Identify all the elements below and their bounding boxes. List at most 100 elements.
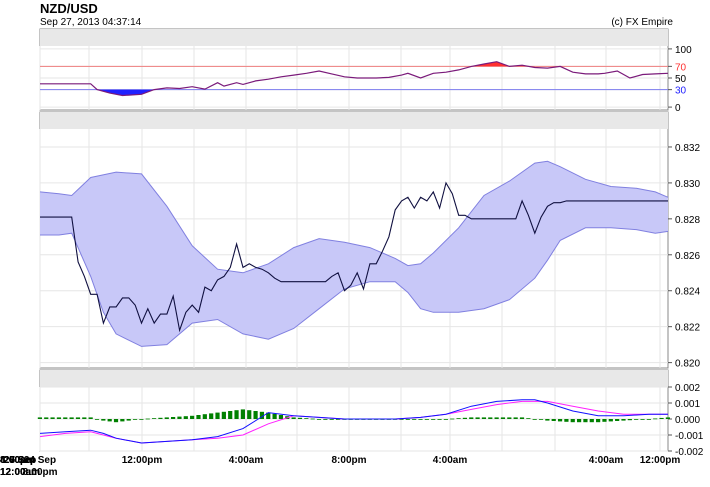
divergence-bar bbox=[659, 417, 664, 419]
divergence-bar bbox=[576, 419, 582, 423]
closing-price-line bbox=[40, 181, 668, 333]
macd-tick-label-1: 0.001 bbox=[675, 399, 700, 410]
divergence-bar bbox=[532, 419, 537, 420]
divergence-bar bbox=[526, 418, 531, 419]
x-tick-label: 4:00am bbox=[433, 455, 467, 467]
divergence-bar bbox=[44, 417, 49, 419]
price-tick-label-6: 0.820 bbox=[675, 359, 700, 370]
divergence-bar bbox=[354, 419, 360, 420]
macd-line bbox=[39, 399, 668, 444]
divergence-bar bbox=[481, 417, 487, 419]
divergence-bar bbox=[310, 418, 315, 420]
x-tick-label-line2: 8:00pm bbox=[22, 467, 58, 478]
x-tick-label-line1: 8:00pm bbox=[331, 455, 367, 466]
exp-line bbox=[39, 400, 668, 444]
divergence-bar bbox=[507, 417, 512, 419]
divergence-bar bbox=[564, 419, 569, 422]
divergence-bar bbox=[209, 413, 214, 419]
divergence-bar bbox=[316, 419, 322, 420]
price-tick-label-1: 0.830 bbox=[675, 179, 700, 190]
exp-swatch bbox=[148, 374, 159, 385]
divergence-bar bbox=[602, 419, 607, 422]
macd-tick-label-2: 0.000 bbox=[675, 415, 700, 426]
divergence-bar bbox=[367, 419, 372, 420]
rsi-line bbox=[40, 61, 669, 97]
divergence-bar bbox=[386, 419, 391, 420]
rsi-tick-label-0: 100 bbox=[675, 45, 692, 56]
divergence-bar bbox=[221, 411, 226, 419]
divergence-bar bbox=[450, 418, 455, 420]
macd-swatch bbox=[41, 374, 51, 385]
divergence-bar bbox=[120, 419, 125, 422]
divergence-bar bbox=[69, 417, 74, 419]
rsi-tick-label-4: 0 bbox=[675, 103, 681, 114]
rsi-tick-label-1: 70 bbox=[675, 62, 687, 73]
divergence-bar bbox=[615, 419, 620, 421]
divergence-bar bbox=[608, 419, 613, 422]
divergence-bar bbox=[82, 417, 87, 419]
divergence-bar bbox=[56, 417, 62, 419]
rsi-frame bbox=[39, 28, 669, 111]
divergence-bar bbox=[297, 417, 303, 419]
chart-title: NZD/USD bbox=[40, 1, 98, 16]
divergence-bar bbox=[107, 419, 112, 422]
divergence-bar bbox=[101, 419, 106, 421]
divergence-bar bbox=[557, 419, 563, 422]
price-frame bbox=[39, 111, 669, 369]
x-tick-label: 24 Sep 8:00pm bbox=[22, 455, 57, 479]
divergence-bar bbox=[640, 419, 645, 420]
macd-tick-label-3: -0.001 bbox=[675, 431, 704, 442]
divergence-bar bbox=[646, 419, 651, 420]
divergence-bar bbox=[596, 419, 601, 423]
divergence-bar bbox=[335, 419, 341, 420]
divergence-bar bbox=[63, 417, 68, 419]
divergence-bar bbox=[171, 417, 176, 419]
divergence-bar bbox=[570, 419, 575, 423]
divergence-bar bbox=[469, 417, 474, 419]
divergence-bar bbox=[519, 417, 525, 419]
divergence-bar bbox=[253, 411, 258, 419]
divergence-bar bbox=[75, 417, 81, 419]
x-tick-label-line1: 4:00am bbox=[228, 455, 264, 466]
divergence-bar bbox=[113, 419, 119, 423]
x-tick-label-line1: 12:00pm bbox=[121, 455, 163, 466]
divergence-bar bbox=[443, 419, 448, 420]
price-tick-label-2: 0.828 bbox=[675, 215, 700, 226]
divergence-bar bbox=[412, 419, 417, 420]
divergence-bar bbox=[348, 419, 353, 420]
rsi-tick-label-3: 30 bbox=[675, 86, 687, 97]
divergence-bar bbox=[437, 419, 442, 420]
closing-price-swatch bbox=[41, 116, 51, 127]
x-tick-label: 12:00pm bbox=[122, 455, 163, 467]
price-tick-label-4: 0.824 bbox=[675, 287, 700, 298]
x-tick-label: 4:00am bbox=[229, 455, 263, 467]
divergence-bar bbox=[475, 417, 480, 419]
closing-price-legend-label: Closing Price: 0.829 bbox=[53, 116, 143, 127]
price-legend: Closing Price: 0.829 Bollinger (20, 2): … bbox=[41, 114, 322, 129]
chart-canvas: 100 705030 0 0.832 0.830 0.828 0.826 0.824 0.822… bbox=[37, 28, 704, 458]
divergence-bar bbox=[285, 416, 290, 419]
x-tick-label-line1: 12:00pm bbox=[639, 455, 681, 466]
credit-label: (c) FX Empire bbox=[611, 17, 673, 28]
divergence-bar bbox=[500, 417, 506, 419]
macd-legend-label: MACD (26, 12): 0 bbox=[53, 374, 131, 385]
divergence-bar bbox=[183, 416, 188, 419]
divergence-bar bbox=[151, 418, 157, 419]
divergence-bar bbox=[190, 415, 195, 419]
divergence-bar bbox=[653, 418, 658, 420]
divergence-bar bbox=[266, 412, 271, 419]
divergence-bar bbox=[621, 419, 626, 421]
rsi-swatch bbox=[41, 33, 51, 44]
divergence-bar bbox=[132, 419, 138, 420]
divergence-bar bbox=[94, 419, 100, 420]
divergence-bar bbox=[393, 419, 398, 420]
divergence-bar bbox=[50, 417, 55, 419]
divergence-bar bbox=[247, 410, 252, 419]
divergence-bar bbox=[513, 417, 518, 419]
divergence-bar bbox=[304, 418, 309, 419]
divergence-bar bbox=[399, 419, 404, 420]
divergence-bar bbox=[145, 418, 150, 420]
divergence-bar bbox=[196, 415, 201, 419]
divergence-bar bbox=[177, 416, 182, 419]
divergence-bar bbox=[228, 411, 233, 419]
